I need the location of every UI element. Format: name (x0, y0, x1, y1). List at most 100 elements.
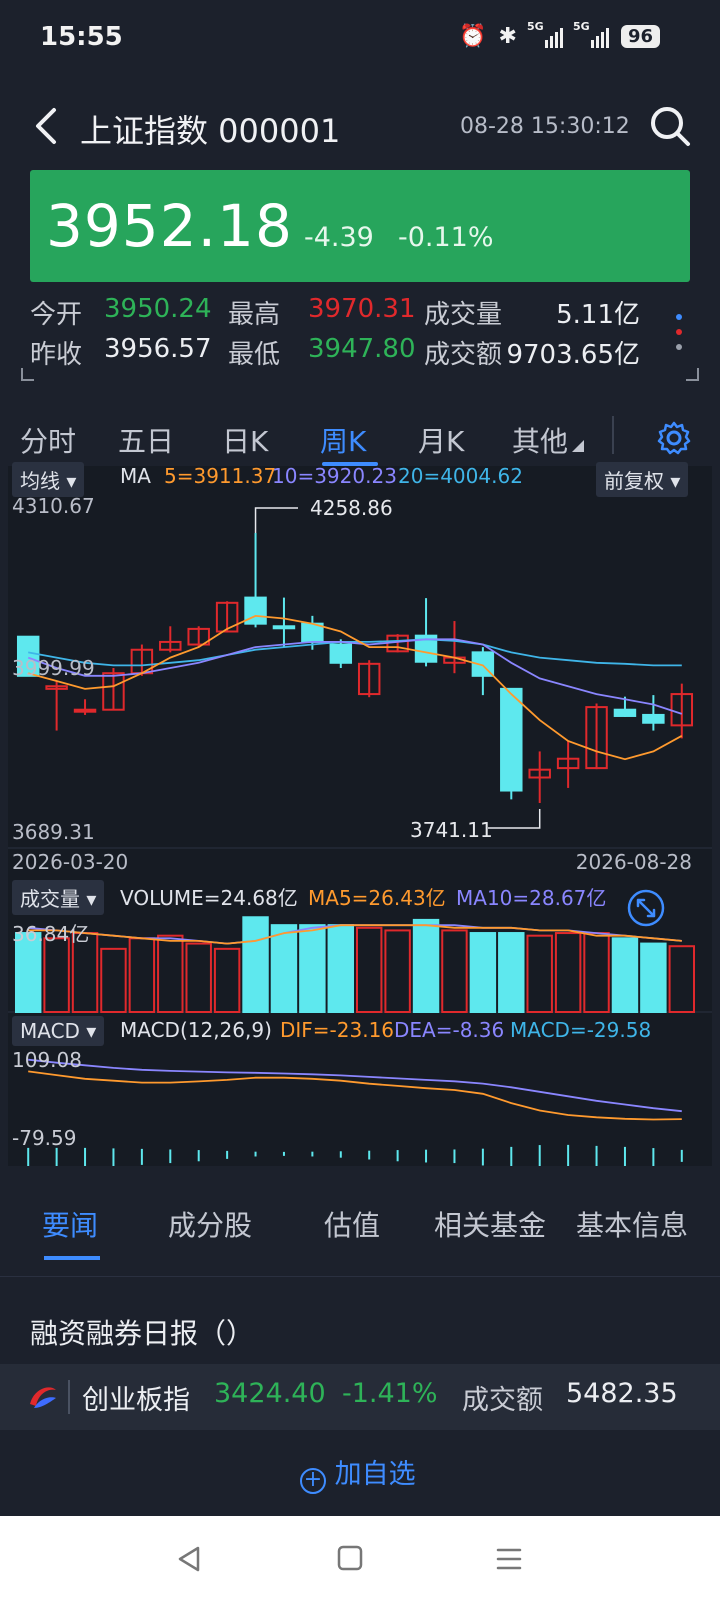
price-banner: 3952.18 -4.39 -0.11% (30, 170, 690, 282)
kline-chart-svg (8, 507, 712, 1166)
kline-y-mid: 3999.99 (12, 656, 95, 680)
low-value: 3947.80 (308, 334, 416, 364)
bluetooth-icon: ✱ (498, 24, 517, 49)
tab-fenshi[interactable]: 分时 (20, 420, 76, 460)
volume-bar (384, 929, 411, 1013)
macd-y-top: 109.08 (12, 1048, 82, 1072)
nav-home-icon[interactable] (336, 1544, 364, 1572)
dea-line (28, 1058, 682, 1113)
tab-daily-k[interactable]: 日K (222, 420, 268, 460)
dea-legend: DEA=-8.36 (394, 1018, 505, 1042)
divider (0, 1276, 720, 1277)
prev-close-value: 3956.57 (104, 334, 212, 364)
macd-select[interactable]: MACD ▾ (12, 1016, 105, 1046)
vol-ma5-legend: MA5=26.43亿 (308, 886, 446, 910)
volume-value: 5.11亿 (556, 300, 640, 330)
volume-bar (270, 924, 298, 1013)
volume-bar (526, 934, 553, 1013)
index-logo-icon (30, 1387, 56, 1408)
macd-params: MACD(12,26,9) (120, 1018, 272, 1042)
signal-icon: 5G (527, 20, 563, 48)
status-icons: ⏰ ✱ 5G 5G 96 (459, 20, 660, 49)
settings-gear-icon[interactable] (656, 420, 692, 456)
ma10-legend: 10=3920.23 (272, 464, 397, 488)
dif-legend: DIF=-23.16 (280, 1018, 395, 1042)
nav-back-icon[interactable] (174, 1544, 204, 1574)
news-item-title[interactable]: 融资融券日报（） (30, 1312, 254, 1352)
min-marker-line (488, 808, 541, 829)
candle-body (73, 708, 97, 713)
tab-monthly-k[interactable]: 月K (418, 420, 464, 460)
back-arrow-icon[interactable] (28, 104, 68, 148)
date-end: 2026-08-28 (575, 850, 692, 874)
price-change-pct: -0.11% (398, 222, 494, 253)
volume-select[interactable]: 成交量 ▾ (12, 880, 105, 915)
plus-circle-icon: + (300, 1468, 326, 1494)
open-value: 3950.24 (104, 294, 212, 324)
date-start: 2026-03-20 (12, 850, 129, 874)
tab-constituents[interactable]: 成分股 (168, 1204, 252, 1244)
ma5-legend: 5=3911.37 (164, 464, 277, 488)
ma10-line (27, 638, 683, 715)
kline-chart-area[interactable]: 均线 ▾ MA 5=3911.37 10=3920.23 20=4004.62 … (8, 462, 712, 1166)
candle-body (613, 708, 637, 717)
volume-label: 成交量 (424, 300, 503, 330)
status-time: 15:55 (40, 22, 123, 52)
volume-legend: VOLUME=24.68亿 (120, 886, 298, 910)
nav-menu-icon[interactable] (494, 1544, 524, 1574)
tab-weekly-k[interactable]: 周K (320, 420, 366, 460)
ticker-amount: 5482.35 (566, 1378, 678, 1409)
price-change: -4.39 (304, 222, 374, 253)
tab-other[interactable]: 其他 (512, 420, 568, 460)
volume-bar (640, 942, 667, 1013)
more-dots-icon[interactable] (676, 314, 684, 359)
expand-corner-icon (21, 368, 699, 381)
info-tabs: 要闻 成分股 估值 相关基金 基本信息 (0, 1180, 720, 1276)
vol-ma10-legend: MA10=28.67亿 (456, 886, 607, 910)
volume-bar (43, 937, 70, 1014)
tab-related-funds[interactable]: 相关基金 (434, 1204, 546, 1244)
page-title: 上证指数 000001 (80, 112, 341, 150)
volume-bar (299, 924, 326, 1013)
status-bar: 15:55 ⏰ ✱ 5G 5G 96 (0, 0, 720, 82)
volume-bar (668, 945, 696, 1014)
candle-body (329, 643, 353, 664)
ticker-divider (68, 1380, 70, 1414)
candle-body (642, 713, 665, 724)
ticker-pct: -1.41% (342, 1378, 438, 1409)
tab-basic-info[interactable]: 基本信息 (576, 1204, 688, 1244)
indicator-select[interactable]: 均线 ▾ (12, 462, 85, 497)
fullscreen-toggle-icon[interactable] (626, 888, 666, 928)
system-nav-bar (0, 1516, 720, 1604)
open-label: 今开 (30, 300, 83, 330)
quote-timestamp: 08-28 15:30:12 (460, 114, 630, 139)
ticker-price: 3424.40 (214, 1378, 326, 1409)
volume-bar (611, 937, 639, 1014)
volume-bar (128, 937, 156, 1014)
volume-bar (157, 934, 184, 1013)
last-price: 3952.18 (46, 192, 293, 260)
signal-icon-2: 5G (573, 20, 609, 48)
dif-line (28, 1070, 682, 1121)
related-index-ticker[interactable]: 创业板指 3424.40 -1.41% 成交额 5482.35 (0, 1364, 720, 1430)
tab-5day[interactable]: 五日 (118, 420, 174, 460)
volume-bar (441, 929, 468, 1013)
volume-bar (554, 932, 582, 1014)
ma20-legend: 20=4004.62 (398, 464, 523, 488)
add-watchlist-button[interactable]: + 加自选 (300, 1452, 416, 1494)
min-price-label: 3741.11 (410, 818, 493, 842)
tab-news[interactable]: 要闻 (42, 1204, 98, 1244)
adjust-select[interactable]: 前复权 ▾ (596, 462, 689, 497)
volume-bar (583, 932, 610, 1014)
macd-y-bottom: -79.59 (12, 1126, 77, 1150)
ticker-name: 创业板指 (82, 1385, 190, 1416)
alarm-icon: ⏰ (459, 24, 487, 49)
max-marker-line (254, 507, 298, 534)
tab-valuation[interactable]: 估值 (324, 1204, 380, 1244)
volume-bar (412, 918, 440, 1014)
search-icon[interactable] (648, 104, 692, 148)
ma5-line (27, 614, 683, 761)
candle-body (272, 625, 296, 630)
volume-bar (242, 916, 269, 1013)
triangle-corner-icon (572, 440, 584, 452)
